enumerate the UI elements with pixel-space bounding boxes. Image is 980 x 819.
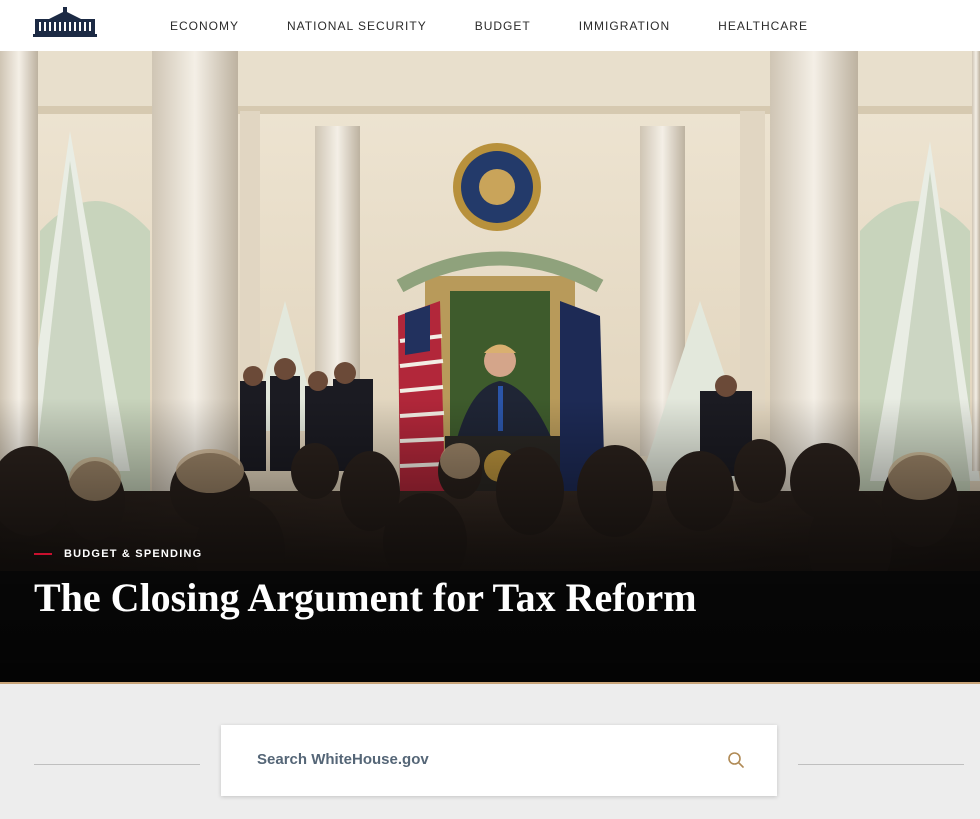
main-menu: ECONOMY NATIONAL SECURITY BUDGET IMMIGRA… [170,0,856,51]
category-label: BUDGET & SPENDING [34,548,202,560]
nav-item-healthcare[interactable]: HEALTHCARE [718,19,808,33]
nav-item-immigration[interactable]: IMMIGRATION [579,19,670,33]
search-input[interactable]: Search WhiteHouse.gov [221,725,777,796]
hero-headline[interactable]: The Closing Argument for Tax Reform [34,574,697,621]
white-house-logo-icon[interactable] [33,7,97,37]
top-navigation: ECONOMY NATIONAL SECURITY BUDGET IMMIGRA… [0,0,980,51]
nav-item-economy[interactable]: ECONOMY [170,19,239,33]
search-icon[interactable] [727,751,745,769]
category-accent-line [34,553,52,555]
search-divider-left [34,764,200,765]
hero-divider [0,682,980,684]
search-divider-right [798,764,964,765]
nav-item-national-security[interactable]: NATIONAL SECURITY [287,19,427,33]
category-text[interactable]: BUDGET & SPENDING [64,548,202,560]
search-placeholder: Search WhiteHouse.gov [257,751,429,768]
nav-item-budget[interactable]: BUDGET [475,19,531,33]
